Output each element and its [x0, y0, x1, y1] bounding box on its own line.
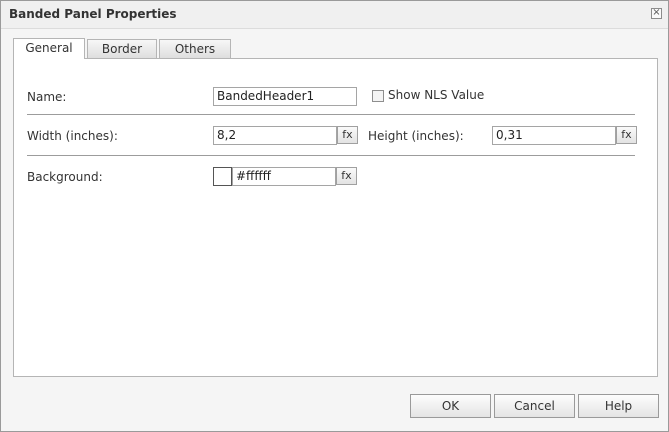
background-color-swatch[interactable] [213, 167, 232, 186]
separator [27, 155, 635, 156]
dialog-window: Banded Panel Properties × General Border… [0, 0, 669, 432]
background-label: Background: [27, 170, 103, 184]
close-icon[interactable]: × [651, 8, 662, 19]
background-fx-button[interactable]: fx [336, 167, 357, 185]
height-field[interactable]: 0,31 [492, 126, 616, 145]
separator [27, 114, 635, 115]
name-field[interactable]: BandedHeader1 [213, 87, 357, 106]
show-nls-checkbox[interactable] [372, 90, 384, 102]
tab-general[interactable]: General [13, 38, 85, 59]
name-label: Name: [27, 90, 67, 104]
height-fx-button[interactable]: fx [616, 126, 637, 144]
tab-border[interactable]: Border [87, 39, 157, 58]
tab-others[interactable]: Others [159, 39, 231, 58]
width-fx-button[interactable]: fx [337, 126, 358, 144]
help-button[interactable]: Help [578, 394, 659, 418]
show-nls-label: Show NLS Value [388, 88, 485, 102]
background-color-field[interactable]: #ffffff [232, 167, 336, 186]
width-label: Width (inches): [27, 129, 118, 143]
cancel-button[interactable]: Cancel [494, 394, 575, 418]
height-label: Height (inches): [368, 129, 464, 143]
ok-button[interactable]: OK [410, 394, 491, 418]
dialog-title: Banded Panel Properties [9, 7, 177, 21]
title-bar: Banded Panel Properties × [1, 1, 668, 29]
width-field[interactable]: 8,2 [213, 126, 337, 145]
